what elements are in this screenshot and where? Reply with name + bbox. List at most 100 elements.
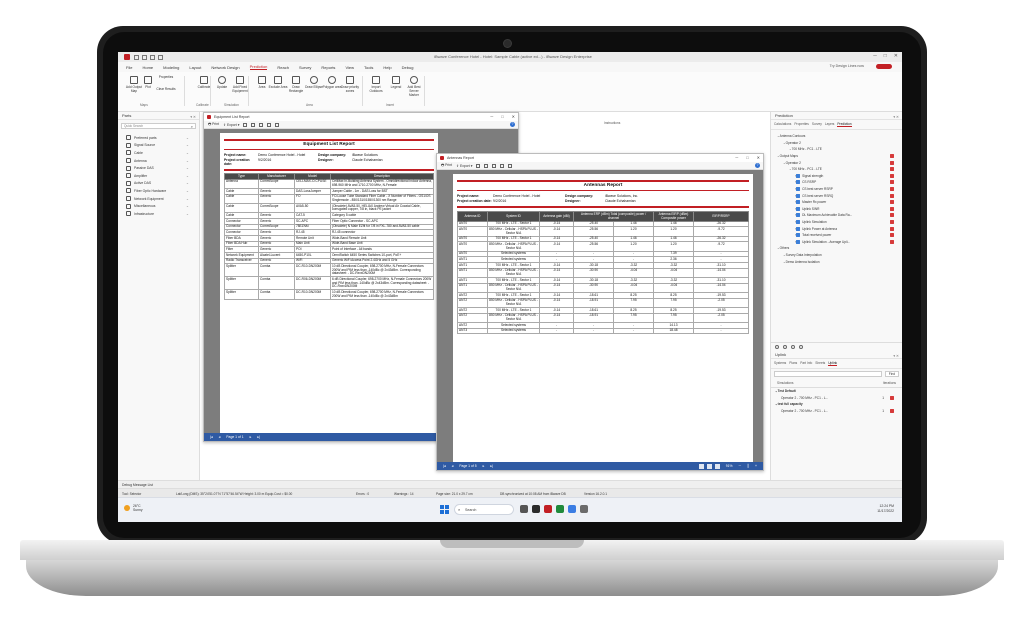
find-icon[interactable] (484, 163, 489, 168)
design-lines-toggle[interactable] (876, 64, 892, 69)
ribbon-add-best-server-marker-button[interactable]: Add Best Server Marker (404, 76, 424, 98)
maximize-icon[interactable]: □ (884, 53, 887, 59)
taskbar-search[interactable]: ⌕ Search (454, 504, 514, 515)
parts-item-signal-source[interactable]: Signal Source ⌄ (118, 142, 199, 150)
grid-view-icon[interactable] (714, 463, 720, 469)
tab-part-info[interactable]: Part Info (800, 361, 812, 366)
tree-item[interactable]: ⌄ Demo Antenna Isolation (771, 258, 902, 265)
tree-item[interactable]: › Total received power (771, 232, 902, 239)
visibility-checkbox[interactable] (890, 186, 894, 191)
multi-page-view-icon[interactable] (706, 463, 712, 469)
panel-pin-icon[interactable]: ▾ ✕ (190, 113, 196, 121)
ribbon-draw-ellipse-button[interactable]: Draw Ellipse (304, 76, 324, 90)
tree-item[interactable]: › Signal strength (771, 173, 902, 180)
visibility-checkbox[interactable] (890, 206, 894, 211)
uplink-search-input[interactable] (774, 371, 882, 377)
print-button[interactable]: 🖶 Print (441, 163, 452, 169)
ribbon-add-fixed-equipment-button[interactable]: Add Fixed Equipment (230, 76, 250, 94)
file-explorer-icon[interactable] (532, 505, 540, 513)
menu-modeling[interactable]: Modeling (163, 65, 179, 70)
close-icon[interactable]: ✕ (757, 155, 760, 160)
visibility-checkbox[interactable] (890, 173, 894, 178)
open-icon[interactable] (142, 54, 147, 60)
tree-item[interactable]: › Uplink SINR (771, 206, 902, 213)
layout-icon[interactable] (267, 122, 272, 127)
settings-app-icon[interactable] (580, 505, 588, 513)
tab-calculations[interactable]: Calculations (774, 122, 791, 127)
page-setup-icon[interactable] (243, 122, 248, 127)
help-icon[interactable]: ? (510, 122, 515, 127)
minimize-icon[interactable]: ─ (735, 155, 738, 160)
ribbon-legend-button[interactable]: Legend (386, 76, 406, 90)
visibility-checkbox[interactable] (890, 180, 894, 185)
first-page-icon[interactable]: |◂ (210, 435, 213, 439)
close-icon[interactable]: ✕ (894, 53, 898, 59)
menu-layout[interactable]: Layout (189, 65, 201, 70)
visibility-checkbox[interactable] (890, 239, 894, 244)
ribbon-exclude-area-button[interactable]: Exclude Area (268, 76, 288, 90)
menu-view[interactable]: View (345, 65, 354, 70)
menu-survey[interactable]: Survey (299, 65, 311, 70)
menu-network-design[interactable]: Network Design (211, 65, 239, 70)
simulation-checkbox[interactable] (890, 395, 894, 400)
ribbon-draw-priority-zones-button[interactable]: Draw priority zones (340, 76, 360, 94)
next-page-icon[interactable]: ▸ (483, 464, 485, 468)
parts-item-fiber-optic-hardware[interactable]: Fiber Optic Hardware ⌄ (118, 187, 199, 195)
settings-icon[interactable] (791, 345, 795, 349)
menu-home[interactable]: Home (142, 65, 153, 70)
parts-item-miscellaneous[interactable]: Miscellaneous ⌄ (118, 202, 199, 210)
last-page-icon[interactable]: ▸| (490, 464, 493, 468)
ribbon-draw-rectangle-button[interactable]: Draw Rectangle (286, 76, 306, 94)
taskview-icon[interactable] (520, 505, 528, 513)
maximize-icon[interactable]: □ (501, 114, 503, 119)
visibility-checkbox[interactable] (890, 200, 894, 205)
export-button[interactable]: ⇪ Export ▾ (456, 164, 472, 168)
browser-icon[interactable] (568, 505, 576, 513)
maximize-icon[interactable]: □ (746, 155, 748, 160)
prev-page-icon[interactable]: ◂ (219, 435, 221, 439)
taskbar-clock[interactable]: 12:24 PM 11/17/2022 (877, 504, 894, 514)
tree-item[interactable]: › CS best server RSRQ (771, 192, 902, 199)
windows-start-icon[interactable] (440, 505, 449, 514)
refresh-icon[interactable] (799, 345, 803, 349)
zoom-out-icon[interactable]: ─ (739, 464, 741, 468)
visibility-checkbox[interactable] (890, 167, 894, 172)
tab-survey[interactable]: Survey (812, 122, 822, 127)
ribbon-properties-button[interactable]: Properties (152, 75, 180, 80)
drawing-canvas[interactable]: Instructions Equipment List Report ─ □ ✕ 🖶… (200, 112, 770, 480)
tab-prediction[interactable]: Prediction (837, 122, 852, 127)
visibility-checkbox[interactable] (890, 160, 894, 165)
simulation-checkbox[interactable] (890, 408, 894, 413)
undo-icon[interactable] (150, 54, 155, 60)
menu-file[interactable]: File (126, 65, 132, 70)
parts-item-antenna[interactable]: Antenna ⌄ (118, 157, 199, 165)
parts-item-infrastructure[interactable]: Infrastructure ⌄ (118, 210, 199, 218)
tree-item[interactable]: ⌄ Antenna Contours (771, 133, 902, 140)
single-page-view-icon[interactable] (698, 463, 704, 469)
minimize-icon[interactable]: ─ (873, 53, 877, 59)
run-icon[interactable] (775, 345, 779, 349)
tab-plans[interactable]: Plans (789, 361, 797, 366)
export-button[interactable]: ⇪ Export ▾ (223, 123, 239, 127)
stop-icon[interactable] (783, 345, 787, 349)
panel-pin-icon[interactable]: ▾ ✕ (893, 113, 899, 121)
ribbon-polygon-area-button[interactable]: Polygon area (322, 76, 342, 90)
tab-layers[interactable]: Layers (825, 122, 835, 127)
visibility-checkbox[interactable] (890, 193, 894, 198)
find-button[interactable]: Find (884, 371, 899, 377)
list-item[interactable]: Operator 2 - 700 MHz - PC1 - L... 1 (771, 408, 902, 415)
menu-reach[interactable]: Reach (277, 65, 289, 70)
menu-debug[interactable]: Debug (402, 65, 414, 70)
panel-pin-icon[interactable]: ▾ ✕ (893, 352, 899, 360)
thumbnail-icon[interactable] (492, 163, 497, 168)
list-item[interactable]: ⌄ test full capacity (771, 401, 902, 408)
zoom-slider[interactable]: ┃ (747, 464, 749, 468)
save-icon[interactable] (134, 54, 139, 60)
tree-item[interactable]: ⌄ Others (771, 245, 902, 252)
tree-item[interactable]: ⌄ Output Maps (771, 153, 902, 160)
tree-item[interactable]: › DL Maximum Achievable Data Ra... (771, 212, 902, 219)
layout-icon[interactable] (500, 163, 505, 168)
ribbon-update-button[interactable]: Update (212, 76, 232, 90)
debug-message-bar[interactable]: Debug Message List (118, 480, 902, 488)
tab-systems[interactable]: Systems (774, 361, 786, 366)
